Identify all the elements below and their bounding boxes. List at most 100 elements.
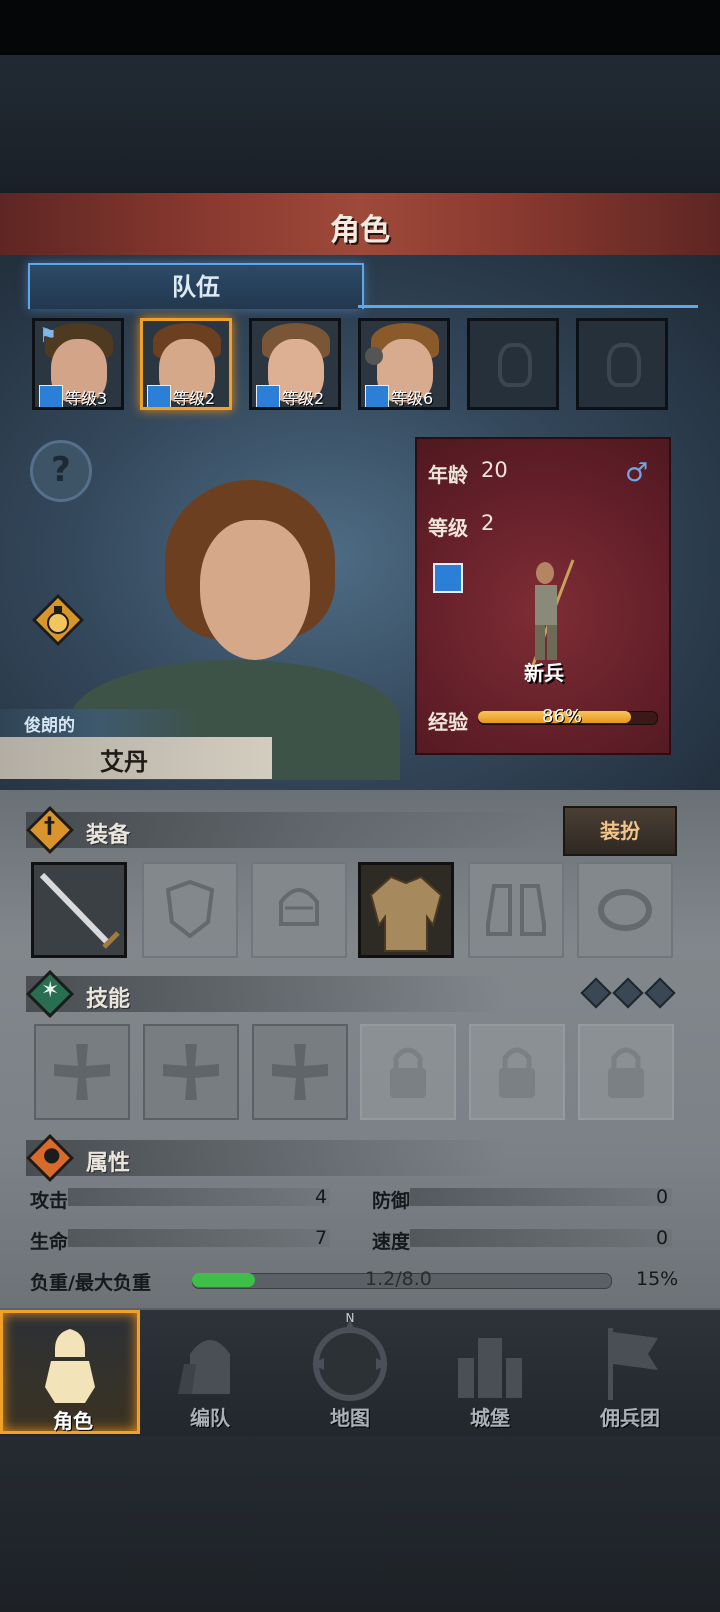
nav-formation-label: 编队 bbox=[190, 1406, 230, 1430]
ring-slot[interactable] bbox=[577, 862, 673, 958]
team-member-3[interactable]: 等级2 bbox=[249, 318, 341, 410]
team-slot-empty[interactable] bbox=[467, 318, 559, 410]
life-bar bbox=[68, 1229, 330, 1247]
shirt-icon bbox=[369, 875, 443, 952]
skill-point-pip bbox=[580, 977, 612, 1009]
member-level: 等级2 bbox=[173, 389, 216, 408]
xp-label: 经验 bbox=[428, 710, 468, 734]
skill-slot[interactable] bbox=[252, 1024, 348, 1120]
nav-character-label: 角色 bbox=[53, 1409, 93, 1433]
speed-label: 速度 bbox=[372, 1231, 411, 1253]
nav-map[interactable]: N 地图 bbox=[280, 1310, 420, 1434]
nav-map-label: 地图 bbox=[330, 1406, 370, 1430]
nav-castle[interactable]: 城堡 bbox=[420, 1310, 560, 1434]
equipment-title: 装备 bbox=[86, 823, 131, 848]
speed-bar bbox=[410, 1229, 672, 1247]
weapon-slot[interactable] bbox=[31, 862, 127, 958]
member-level: 等级2 bbox=[282, 389, 325, 408]
member-level: 等级3 bbox=[65, 389, 108, 408]
attack-label: 攻击 bbox=[30, 1190, 69, 1212]
armor-slot[interactable] bbox=[358, 862, 454, 958]
nav-mercenary-label: 佣兵团 bbox=[600, 1406, 660, 1430]
dress-up-button[interactable]: 装扮 bbox=[563, 806, 677, 856]
tab-team-label: 队伍 bbox=[172, 273, 220, 301]
defense-label: 防御 bbox=[372, 1190, 411, 1212]
skill-point-pip bbox=[612, 977, 644, 1009]
question-icon: ? bbox=[51, 450, 71, 490]
member-level: 等级6 bbox=[391, 389, 434, 408]
nav-mercenary[interactable]: 佣兵团 bbox=[560, 1310, 700, 1434]
skill-point-pip bbox=[644, 977, 676, 1009]
castle-icon bbox=[458, 1338, 522, 1398]
spear-class-icon bbox=[256, 385, 280, 407]
ring-icon bbox=[598, 889, 652, 931]
spear-class-icon bbox=[39, 385, 63, 407]
defense-bar bbox=[410, 1188, 672, 1206]
star-icon: ✶ bbox=[41, 978, 60, 1003]
page-title: 角色 bbox=[330, 213, 390, 248]
age-label: 年龄 bbox=[428, 463, 468, 487]
skill-slot-locked[interactable] bbox=[360, 1024, 456, 1120]
spear-class-icon bbox=[147, 385, 171, 407]
helmet-placeholder-icon bbox=[498, 343, 532, 387]
defense-value: 0 bbox=[656, 1186, 669, 1208]
pouch-icon bbox=[365, 347, 383, 365]
lock-icon bbox=[390, 1047, 426, 1098]
skill-points bbox=[580, 977, 681, 1009]
spear-class-icon[interactable] bbox=[433, 563, 463, 593]
character-portrait-face bbox=[200, 520, 310, 660]
banner-icon bbox=[608, 1328, 658, 1400]
tab-team[interactable]: 队伍 bbox=[28, 263, 364, 309]
helmet-icon bbox=[279, 888, 319, 926]
cross-icon bbox=[163, 1044, 219, 1100]
skill-slot-locked[interactable] bbox=[469, 1024, 565, 1120]
nav-castle-label: 城堡 bbox=[470, 1406, 510, 1430]
shield-slot[interactable] bbox=[142, 862, 238, 958]
level-value: 2 bbox=[481, 511, 495, 535]
team-member-4[interactable]: 等级6 bbox=[358, 318, 450, 410]
dagger-icon: † bbox=[44, 814, 55, 839]
help-button[interactable]: ? bbox=[30, 440, 92, 502]
team-slot-empty[interactable] bbox=[576, 318, 668, 410]
helmet-placeholder-icon bbox=[607, 343, 641, 387]
skill-slot[interactable] bbox=[143, 1024, 239, 1120]
boots-slot[interactable] bbox=[468, 862, 564, 958]
xp-percent: 86% bbox=[542, 706, 583, 727]
top-background bbox=[0, 55, 720, 195]
skill-slot-locked[interactable] bbox=[578, 1024, 674, 1120]
bottom-background bbox=[0, 1436, 720, 1612]
nav-character[interactable]: 角色 bbox=[0, 1310, 140, 1434]
compass-icon: N bbox=[312, 1312, 388, 1401]
life-label: 生命 bbox=[30, 1231, 69, 1253]
age-value: 20 bbox=[481, 458, 508, 482]
male-icon: ♂ bbox=[625, 458, 649, 488]
class-name: 新兵 bbox=[524, 661, 564, 685]
shield-icon bbox=[165, 879, 215, 939]
flag-icon: ⚑ bbox=[39, 323, 57, 347]
compass-north-letter: N bbox=[346, 1312, 355, 1325]
spear-class-icon bbox=[365, 385, 389, 407]
nav-formation[interactable]: 编队 bbox=[140, 1310, 280, 1434]
status-bar-area bbox=[0, 0, 720, 55]
tab-underline bbox=[358, 305, 698, 308]
lock-icon bbox=[608, 1047, 644, 1098]
skills-title: 技能 bbox=[86, 987, 131, 1012]
attack-bar bbox=[68, 1188, 330, 1206]
cross-icon bbox=[272, 1044, 328, 1100]
attack-value: 4 bbox=[315, 1186, 328, 1208]
character-name: 艾丹 bbox=[100, 748, 148, 776]
cross-icon bbox=[54, 1044, 110, 1100]
team-member-1[interactable]: ⚑ 等级3 bbox=[32, 318, 124, 410]
title-banner: 角色 bbox=[0, 193, 720, 258]
character-trait: 俊朗的 bbox=[24, 716, 75, 736]
weight-label: 负重/最大负重 bbox=[30, 1272, 151, 1294]
helmet-slot[interactable] bbox=[251, 862, 347, 958]
potion-button[interactable] bbox=[30, 592, 86, 648]
attributes-title: 属性 bbox=[86, 1151, 131, 1176]
skill-slot[interactable] bbox=[34, 1024, 130, 1120]
lock-icon bbox=[499, 1047, 535, 1098]
team-member-2[interactable]: 等级2 bbox=[140, 318, 232, 410]
sword-icon bbox=[39, 872, 120, 949]
speed-value: 0 bbox=[656, 1227, 669, 1249]
boots-icon bbox=[486, 884, 546, 936]
